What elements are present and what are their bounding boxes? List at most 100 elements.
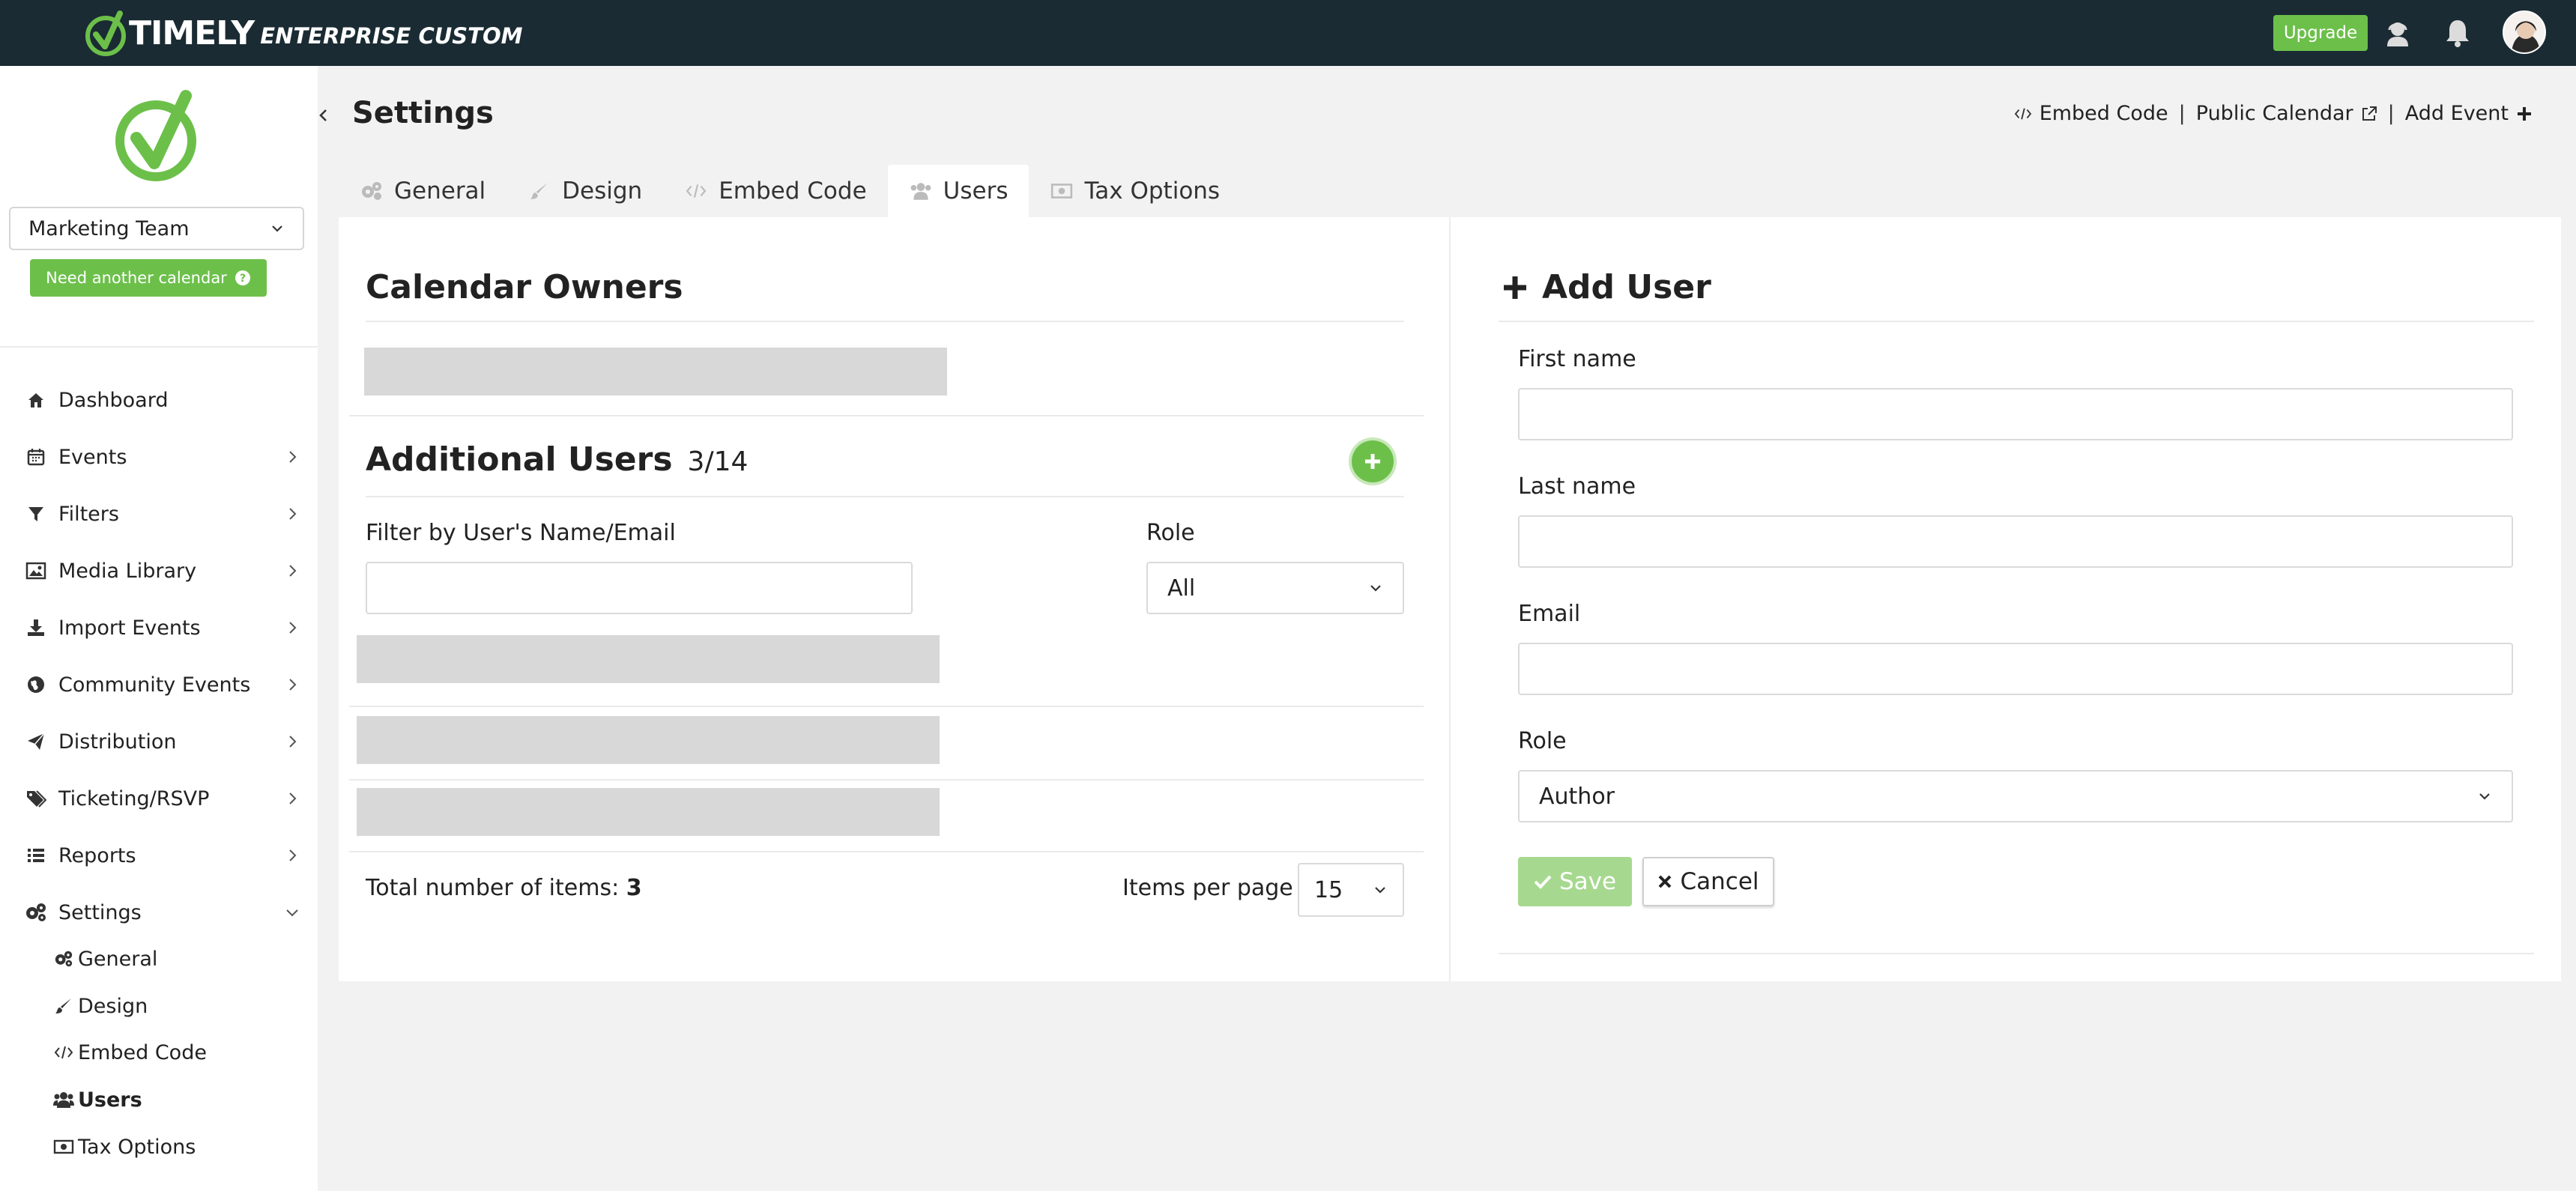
tab-label: General xyxy=(394,178,486,204)
settings-tabs: General Design Embed Code Users Tax Opti… xyxy=(339,165,1241,217)
filter-label: Filter by User's Name/Email xyxy=(366,520,676,546)
sidebar-item-label: Events xyxy=(58,445,127,469)
items-per-page-select[interactable]: 15 xyxy=(1298,863,1404,917)
items-per-page-value: 15 xyxy=(1314,876,1343,903)
gears-icon xyxy=(24,900,48,924)
sidebar-subitem-embed-code[interactable]: Embed Code xyxy=(52,1034,207,1071)
sidebar-item-import-events[interactable]: Import Events xyxy=(24,607,301,649)
sidebar-collapse-icon[interactable] xyxy=(315,106,333,124)
user-row-placeholder xyxy=(357,788,940,836)
chevron-down-icon xyxy=(272,225,282,232)
calendar-select-value: Marketing Team xyxy=(28,216,190,240)
sidebar-item-label: Distribution xyxy=(58,730,177,754)
panel-divider xyxy=(1449,217,1451,981)
role-filter-label: Role xyxy=(1146,520,1195,546)
add-event-link[interactable]: Add Event xyxy=(2405,102,2533,125)
tab-embed-code[interactable]: Embed Code xyxy=(663,165,887,217)
users-icon xyxy=(52,1088,75,1112)
public-calendar-label: Public Calendar xyxy=(2195,102,2353,125)
svg-text:?: ? xyxy=(240,273,246,285)
upgrade-button[interactable]: Upgrade xyxy=(2273,15,2368,51)
sidebar-item-community-events[interactable]: Community Events xyxy=(24,664,301,706)
tab-label: Embed Code xyxy=(719,178,867,204)
add-event-label: Add Event xyxy=(2404,102,2509,125)
need-another-calendar-button[interactable]: Need another calendar ? xyxy=(30,259,267,297)
sidebar-item-label: Media Library xyxy=(58,559,197,583)
cancel-label: Cancel xyxy=(1680,868,1759,895)
divider xyxy=(366,496,1404,497)
last-name-input[interactable] xyxy=(1518,515,2513,568)
chevron-right-icon xyxy=(289,736,297,748)
sidebar-subitem-design[interactable]: Design xyxy=(52,987,148,1025)
chevron-right-icon xyxy=(289,508,297,520)
user-row-placeholder xyxy=(357,635,940,683)
brush-icon xyxy=(52,994,75,1018)
items-per-page-label: Items per page xyxy=(1122,875,1293,901)
sidebar-item-settings[interactable]: Settings xyxy=(24,891,301,933)
role-select[interactable]: Author xyxy=(1518,770,2513,822)
embed-code-link[interactable]: Embed Code xyxy=(2014,102,2168,125)
sidebar-item-reports[interactable]: Reports xyxy=(24,834,301,876)
sidebar-subitem-tax-options[interactable]: Tax Options xyxy=(52,1128,196,1166)
public-calendar-link[interactable]: Public Calendar xyxy=(2196,102,2377,125)
calendar-select[interactable]: Marketing Team xyxy=(9,207,304,250)
total-items-label: Total number of items: xyxy=(366,875,620,901)
plus-icon xyxy=(2518,106,2531,121)
sidebar-subitem-label: Design xyxy=(78,994,148,1018)
chevron-right-icon xyxy=(289,622,297,634)
sidebar-item-label: Reports xyxy=(58,843,136,867)
support-agent-icon[interactable] xyxy=(2380,15,2416,51)
add-user-button[interactable] xyxy=(1352,440,1394,482)
sidebar-item-events[interactable]: Events xyxy=(24,436,301,478)
bell-icon[interactable] xyxy=(2440,15,2476,51)
chevron-down-icon xyxy=(2479,793,2490,800)
first-name-input[interactable] xyxy=(1518,388,2513,440)
sidebar-item-label: Community Events xyxy=(58,673,251,697)
need-another-calendar-label: Need another calendar xyxy=(46,269,227,287)
chevron-down-icon xyxy=(286,909,298,917)
role-filter-value: All xyxy=(1167,575,1196,601)
tab-design[interactable]: Design xyxy=(507,165,663,217)
sidebar-subitem-label: Tax Options xyxy=(78,1135,196,1159)
sidebar-item-label: Import Events xyxy=(58,616,201,640)
home-icon xyxy=(24,388,48,412)
close-icon xyxy=(1659,875,1672,888)
sidebar-subitem-users[interactable]: Users xyxy=(52,1081,142,1118)
divider xyxy=(366,321,1404,322)
check-icon xyxy=(1534,875,1552,889)
sidebar-item-label: Ticketing/RSVP xyxy=(58,787,210,810)
sidebar-item-distribution[interactable]: Distribution xyxy=(24,721,301,763)
email-label: Email xyxy=(1518,601,1581,627)
filter-icon xyxy=(24,502,48,526)
tab-users[interactable]: Users xyxy=(887,165,1030,217)
users-icon xyxy=(909,179,933,203)
timely-logo[interactable]: TIMELY ENTERPRISE CUSTOM xyxy=(84,7,522,58)
chevron-right-icon xyxy=(289,679,297,691)
top-bar: TIMELY ENTERPRISE CUSTOM Upgrade xyxy=(0,0,2576,66)
role-label: Role xyxy=(1518,728,1567,754)
avatar[interactable] xyxy=(2503,10,2546,54)
table-row-divider xyxy=(349,851,1424,852)
chevron-right-icon xyxy=(289,451,297,463)
user-row-placeholder xyxy=(357,716,940,764)
brush-icon xyxy=(527,179,551,203)
email-input[interactable] xyxy=(1518,643,2513,695)
tab-tax-options[interactable]: Tax Options xyxy=(1029,165,1241,217)
divider xyxy=(1499,321,2534,322)
additional-users-count: 3/14 xyxy=(687,446,749,477)
additional-users-label: Additional Users xyxy=(366,440,673,479)
chevron-down-icon xyxy=(1375,887,1385,894)
sidebar-item-dashboard[interactable]: Dashboard xyxy=(24,379,301,421)
brand-name: TIMELY xyxy=(129,13,255,52)
role-filter-select[interactable]: All xyxy=(1146,562,1404,614)
sidebar-item-media-library[interactable]: Media Library xyxy=(24,550,301,592)
filter-users-input[interactable] xyxy=(366,562,913,614)
calendar-owners-title: Calendar Owners xyxy=(366,268,683,306)
save-button[interactable]: Save xyxy=(1518,857,1632,906)
tab-general[interactable]: General xyxy=(339,165,507,217)
sidebar-item-ticketing-rsvp[interactable]: Ticketing/RSVP xyxy=(24,778,301,819)
cancel-button[interactable]: Cancel xyxy=(1642,857,1774,906)
sidebar-item-filters[interactable]: Filters xyxy=(24,493,301,535)
external-link-icon xyxy=(2362,106,2377,121)
sidebar-subitem-general[interactable]: General xyxy=(52,940,157,978)
